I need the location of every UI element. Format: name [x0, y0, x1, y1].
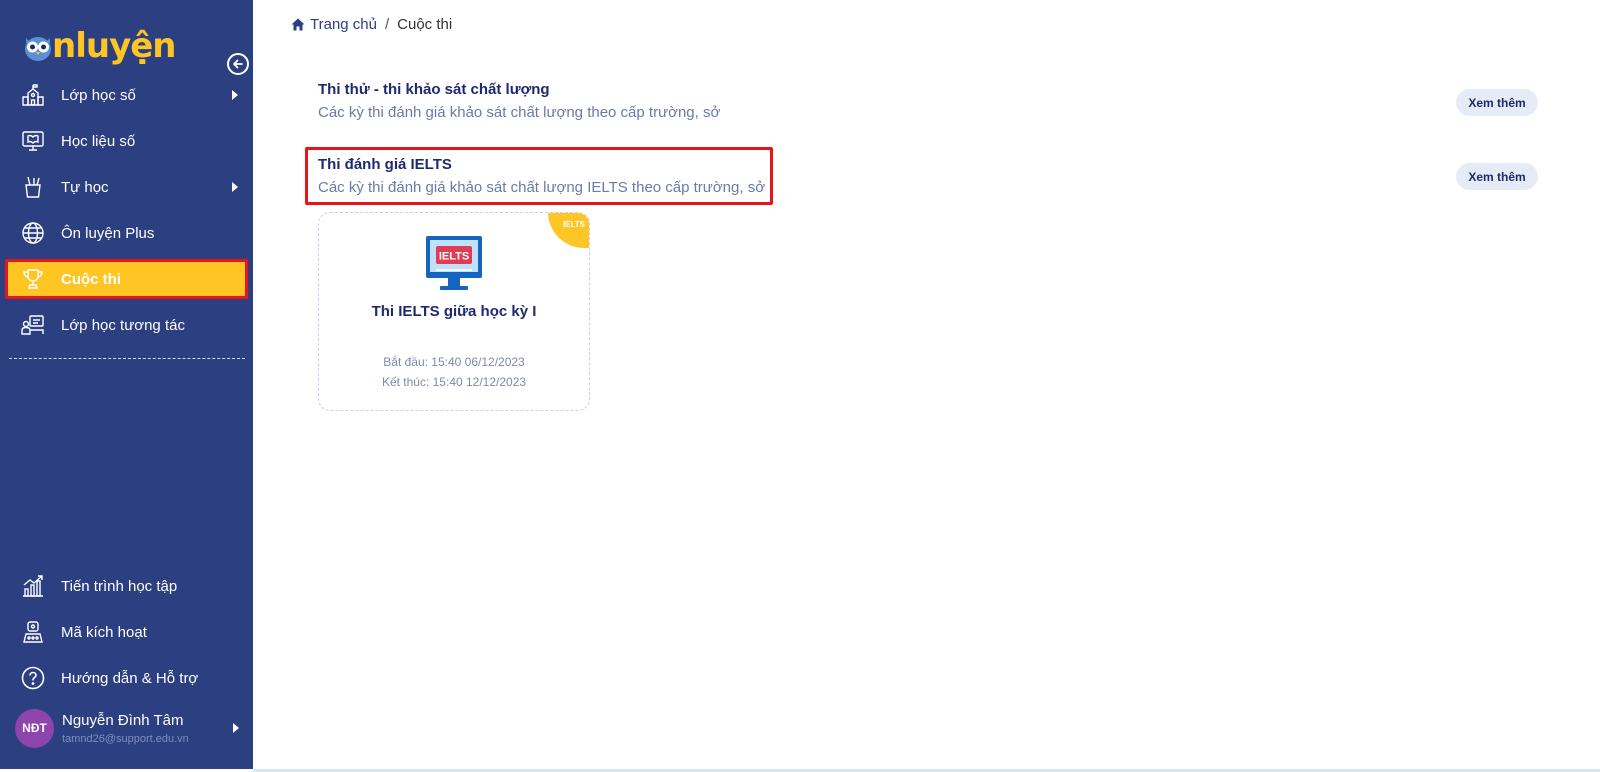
help-icon [20, 665, 46, 691]
sidebar-item-lop-hoc-so[interactable]: Lớp học số [5, 75, 248, 115]
user-name: Nguyễn Đình Tâm [62, 711, 184, 729]
sidebar-item-label: Ôn luyện Plus [61, 224, 155, 242]
main-content: Trang chủ / Cuộc thi Thi thử - thi khảo … [253, 0, 1600, 769]
sidebar-item-huong-dan[interactable]: Hướng dẫn & Hỗ trợ [5, 658, 248, 698]
see-more-button[interactable]: Xem thêm [1456, 89, 1538, 116]
breadcrumb-home-label: Trang chủ [310, 16, 377, 33]
sidebar-item-label: Lớp học tương tác [61, 316, 185, 334]
sidebar-item-hoc-lieu-so[interactable]: Học liệu số [5, 121, 248, 161]
logo-text: nluyện [52, 26, 176, 66]
owl-logo-icon [22, 30, 54, 62]
pencil-cup-icon [20, 174, 46, 200]
monitor-book-icon [20, 128, 46, 154]
trophy-icon [20, 266, 46, 292]
sidebar-item-label: Cuộc thi [61, 270, 121, 288]
sidebar-divider [9, 358, 245, 359]
section-title: Thi đánh giá IELTS [318, 156, 452, 173]
section-title: Thi thử - thi khảo sát chất lượng [318, 81, 550, 98]
sidebar-item-label: Lớp học số [61, 86, 136, 104]
section-description: Các kỳ thi đánh giá khảo sát chất lượng … [318, 179, 766, 196]
sidebar-item-label: Tiến trình học tập [61, 577, 178, 595]
sidebar-item-cuoc-thi[interactable]: Cuộc thi [5, 259, 248, 299]
school-icon [20, 82, 46, 108]
card-end-time: Kết thúc: 15:40 12/12/2023 [381, 375, 527, 389]
sidebar-nav: Lớp học số Học liệu số Tự học Ôn luyện P… [5, 75, 248, 351]
sidebar-item-ma-kich-hoat[interactable]: Mã kích hoạt [5, 612, 248, 652]
sidebar: nluyện Lớp học số Học liệu số Tự học Ôn … [0, 0, 253, 769]
sidebar-item-label: Học liệu số [61, 132, 136, 150]
breadcrumb-separator: / [384, 16, 390, 33]
badge-label: IELTS [562, 220, 585, 229]
globe-icon [20, 220, 46, 246]
interactive-class-icon [20, 312, 46, 338]
monitor-screen-text: IELTS [439, 251, 469, 263]
user-info: Nguyễn Đình Tâm tamnd26@support.edu.vn [62, 712, 189, 745]
section-ielts: Thi đánh giá IELTS Các kỳ thi đánh giá k… [318, 156, 1538, 196]
sidebar-item-tien-trinh[interactable]: Tiến trình học tập [5, 566, 248, 606]
sidebar-item-on-luyen-plus[interactable]: Ôn luyện Plus [5, 213, 248, 253]
section-description: Các kỳ thi đánh giá khảo sát chất lượng … [318, 104, 721, 121]
arrow-left-icon [233, 59, 243, 69]
card-start-time: Bắt đầu: 15:40 06/12/2023 [383, 355, 525, 369]
section-thi-thu: Thi thử - thi khảo sát chất lượng Các kỳ… [318, 81, 1538, 121]
avatar: NĐT [15, 708, 54, 748]
sidebar-item-tu-hoc[interactable]: Tự học [5, 167, 248, 207]
caret-right-icon [233, 723, 239, 733]
app-logo[interactable]: nluyện [22, 22, 176, 70]
sidebar-item-label: Mã kích hoạt [61, 623, 147, 641]
sidebar-item-label: Tự học [61, 178, 109, 196]
see-more-button[interactable]: Xem thêm [1456, 163, 1538, 190]
home-icon [291, 18, 305, 31]
card-title: Thi IELTS giữa học kỳ I [371, 303, 537, 320]
exam-card[interactable]: IELTS IELTS Thi IELTS giữa học kỳ I Bắt … [318, 212, 590, 411]
breadcrumb-home-link[interactable]: Trang chủ [291, 16, 377, 33]
sidebar-item-lop-hoc-tuong-tac[interactable]: Lớp học tương tác [5, 305, 248, 345]
sidebar-item-label: Hướng dẫn & Hỗ trợ [61, 669, 199, 687]
sidebar-bottom-nav: Tiến trình học tập Mã kích hoạt Hướng dẫ… [5, 566, 248, 704]
collapse-sidebar-button[interactable] [227, 53, 249, 75]
chart-icon [20, 573, 46, 599]
caret-right-icon [232, 182, 238, 192]
caret-right-icon [232, 90, 238, 100]
ielts-badge: IELTS [548, 213, 589, 248]
breadcrumb-current: Cuộc thi [397, 16, 453, 33]
breadcrumb: Trang chủ / Cuộc thi [291, 16, 452, 33]
user-profile[interactable]: NĐT Nguyễn Đình Tâm tamnd26@support.edu.… [15, 708, 245, 748]
user-email: tamnd26@support.edu.vn [62, 732, 189, 745]
ielts-monitor-icon: IELTS [424, 234, 484, 297]
activation-key-icon [20, 619, 46, 645]
